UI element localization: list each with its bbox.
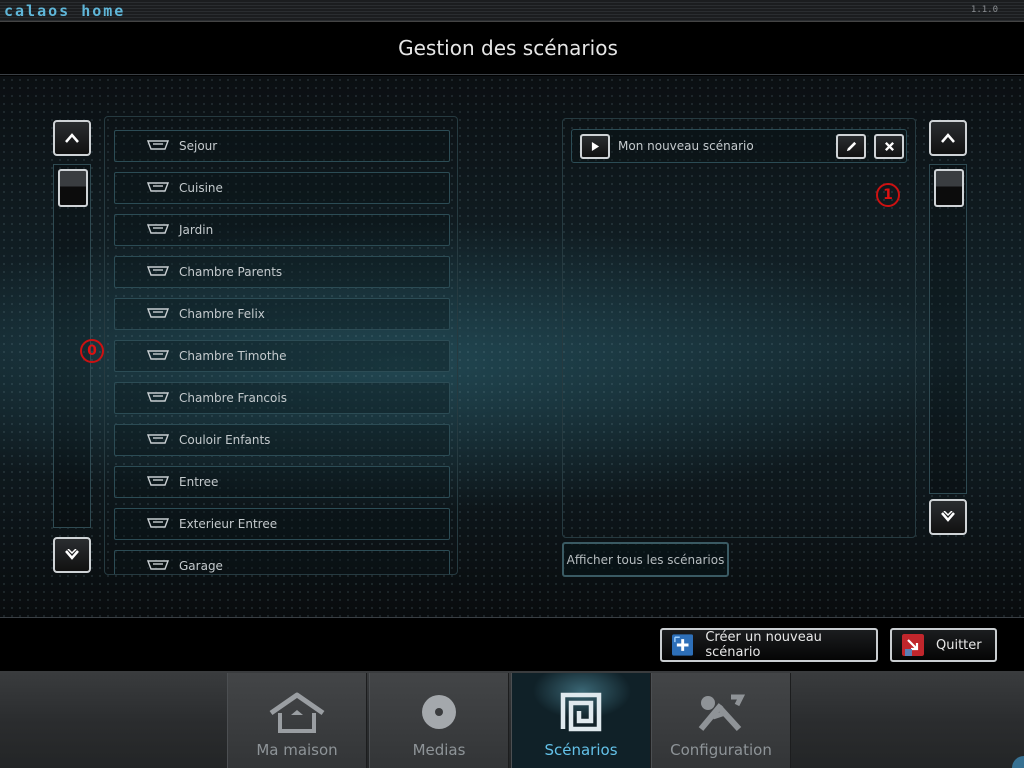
version-label: 1.1.0 (970, 5, 998, 15)
room-label: Cuisine (179, 181, 223, 195)
rooms-scroll-down-button[interactable] (53, 537, 91, 573)
scenarios-scroll-up-button[interactable] (929, 120, 967, 156)
chevron-up-icon (65, 133, 79, 143)
rooms-scroll-up-button[interactable] (53, 120, 91, 156)
room-label: Entree (179, 475, 219, 489)
room-item[interactable]: Cuisine (114, 172, 450, 204)
tools-icon (698, 694, 746, 732)
pencil-icon (846, 141, 856, 152)
tab-scenarios[interactable]: Scénarios (511, 673, 651, 768)
room-item[interactable]: Chambre Parents (114, 256, 450, 288)
header: Gestion des scénarios (0, 22, 1024, 75)
room-label: Chambre Felix (179, 307, 265, 321)
tab-label: Ma maison (256, 741, 338, 759)
room-item[interactable]: Couloir Enfants (114, 424, 450, 456)
house-icon (269, 692, 325, 733)
scenario-icon (560, 692, 602, 732)
room-item[interactable]: Exterieur Entree (114, 508, 450, 540)
room-label: Couloir Enfants (179, 433, 271, 447)
add-scenario-icon (672, 634, 694, 656)
corner-indicator (1012, 756, 1024, 768)
room-label: Chambre Francois (179, 391, 287, 405)
quit-label: Quitter (936, 637, 982, 653)
tab-ma-maison[interactable]: Ma maison (227, 673, 367, 768)
play-icon (591, 142, 599, 151)
room-item[interactable]: Chambre Francois (114, 382, 450, 414)
room-icon (147, 182, 169, 192)
room-label: Chambre Timothe (179, 349, 287, 363)
tab-label: Medias (412, 741, 466, 759)
chevron-up-icon (941, 133, 955, 143)
scenarios-list: Mon nouveau scénario (562, 118, 916, 538)
top-bar: calaos home 1.1.0 (0, 0, 1024, 22)
app-logo: calaos home (4, 2, 126, 20)
content-area: 0 Sejour Cuisine Jardin Chambre Parents Cham… (0, 76, 1024, 617)
room-item[interactable]: Entree (114, 466, 450, 498)
room-icon (147, 518, 169, 528)
disc-icon (422, 695, 456, 729)
app-window: calaos home 1.1.0 Gestion des scénarios … (0, 0, 1024, 768)
chevron-down-icon (941, 511, 955, 522)
quit-button[interactable]: Quitter (890, 628, 997, 662)
action-bar: Créer un nouveau scénario Quitter (0, 617, 1024, 671)
tab-label: Scénarios (544, 741, 618, 759)
tab-label: Configuration (670, 741, 772, 759)
chevron-down-icon (65, 549, 79, 560)
room-icon (147, 224, 169, 234)
room-item[interactable]: Chambre Timothe (114, 340, 450, 372)
room-icon (147, 560, 169, 570)
scenarios-scroll-thumb[interactable] (934, 169, 964, 207)
room-icon (147, 266, 169, 276)
tab-configuration[interactable]: Configuration (651, 673, 791, 768)
room-icon (147, 140, 169, 150)
room-item[interactable]: Jardin (114, 214, 450, 246)
create-scenario-button[interactable]: Créer un nouveau scénario (660, 628, 878, 662)
right-marker-badge: 1 (876, 183, 900, 207)
room-icon (147, 350, 169, 360)
quit-icon (902, 634, 924, 656)
room-item[interactable]: Chambre Felix (114, 298, 450, 330)
create-scenario-label: Créer un nouveau scénario (705, 630, 822, 660)
show-all-scenarios-button[interactable]: Afficher tous les scénarios (562, 542, 729, 577)
room-label: Exterieur Entree (179, 517, 278, 531)
left-marker-badge: 0 (80, 339, 104, 363)
room-item[interactable]: Garage (114, 550, 450, 574)
delete-scenario-button[interactable] (874, 134, 904, 159)
room-item[interactable]: Sejour (114, 130, 450, 162)
rooms-scroll-thumb[interactable] (58, 169, 88, 207)
scenarios-scrollbar[interactable] (929, 164, 967, 494)
room-icon (147, 434, 169, 444)
edit-scenario-button[interactable] (836, 134, 866, 159)
room-label: Jardin (179, 223, 214, 237)
room-icon (147, 392, 169, 402)
bottom-navigation: Ma maison Medias Scénarios Configuration (0, 671, 1024, 768)
scenarios-scroll-down-button[interactable] (929, 499, 967, 535)
scenario-name: Mon nouveau scénario (618, 139, 754, 153)
close-icon (884, 141, 894, 152)
room-icon (147, 308, 169, 318)
room-label: Chambre Parents (179, 265, 283, 279)
scenario-item[interactable]: Mon nouveau scénario (571, 129, 907, 163)
play-scenario-button[interactable] (580, 134, 610, 159)
room-icon (147, 476, 169, 486)
room-label: Garage (179, 559, 223, 573)
tab-medias[interactable]: Medias (369, 673, 509, 768)
room-label: Sejour (179, 139, 218, 153)
page-title: Gestion des scénarios (398, 36, 618, 60)
rooms-list: Sejour Cuisine Jardin Chambre Parents Chambr… (104, 116, 458, 575)
